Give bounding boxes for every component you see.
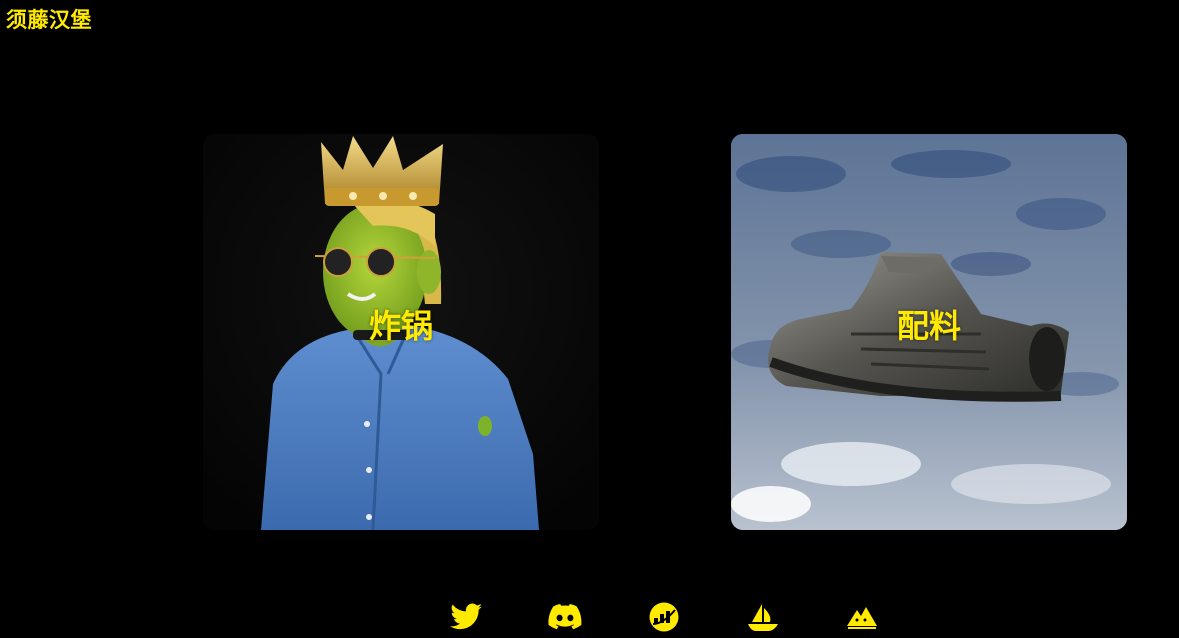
card-label-peiliao: 配料 — [896, 307, 961, 345]
card-peiliao[interactable]: 配料 — [731, 134, 1127, 530]
chart-icon[interactable] — [647, 602, 681, 632]
card-zhaguo[interactable]: 炸锅 — [203, 134, 599, 530]
card-label-zhaguo: 炸锅 — [368, 307, 433, 345]
mountain-icon[interactable] — [845, 602, 879, 632]
boat-icon[interactable] — [746, 602, 780, 632]
brand-title[interactable]: 须藤汉堡 — [6, 6, 92, 34]
page: 须藤汉堡 炸锅 配料 — [0, 0, 1179, 638]
discord-icon[interactable] — [548, 602, 582, 632]
social-bar — [0, 598, 1179, 638]
twitter-icon[interactable] — [449, 602, 483, 632]
